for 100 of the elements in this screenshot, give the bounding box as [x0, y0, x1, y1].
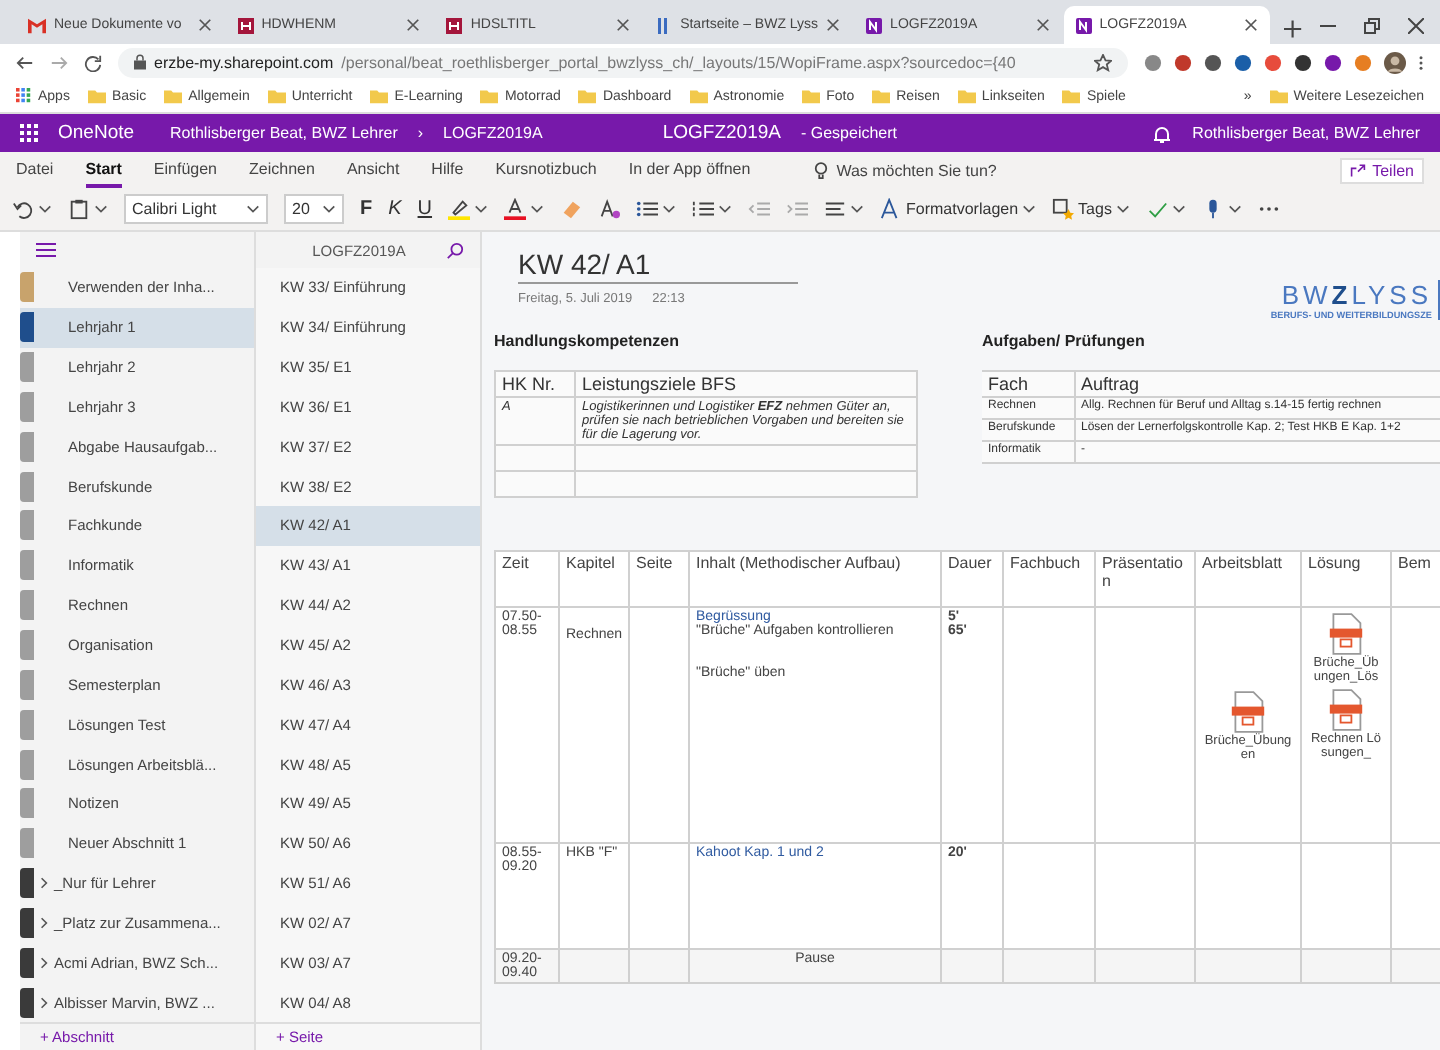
column-header: Dauer — [941, 551, 1003, 607]
pdf-file-icon — [1328, 612, 1364, 656]
font-color-button[interactable] — [504, 198, 545, 220]
chevron-down-icon — [1022, 204, 1037, 214]
h-logo-icon — [237, 17, 254, 33]
breadcrumb-link[interactable]: Rothlisberger Beat, BWZ Lehrer — [170, 124, 398, 142]
chevron-down-icon — [530, 204, 545, 214]
font-size-dropdown[interactable]: 20 — [284, 194, 344, 224]
app-name[interactable]: OneNote — [58, 122, 135, 144]
ribbon-tab[interactable]: Zeichnen — [249, 153, 315, 187]
search-icon[interactable] — [446, 241, 464, 259]
restore-icon[interactable] — [1364, 18, 1381, 34]
align-button[interactable] — [824, 198, 865, 220]
styles-icon — [880, 198, 903, 220]
column-header: Arbeitsblatt — [1195, 551, 1301, 607]
font-dropdown[interactable]: Calibri Light — [124, 194, 268, 224]
menu-icon[interactable] — [36, 242, 56, 258]
back-icon[interactable] — [16, 53, 34, 71]
chevron-down-icon — [1227, 204, 1242, 214]
document-title: LOGFZ2019A — [662, 122, 781, 144]
tags-button[interactable]: Tags — [1052, 198, 1130, 220]
italic-button[interactable]: K — [388, 198, 402, 220]
column-header: Präsentation — [1095, 551, 1195, 607]
folder-icon — [480, 88, 499, 104]
undo-icon — [12, 198, 34, 220]
column-header: Leistungsziele BFS — [575, 371, 917, 397]
ribbon-tab[interactable]: Einfügen — [153, 153, 218, 187]
share-button[interactable]: Teilen — [1340, 157, 1424, 183]
bell-icon[interactable] — [1152, 123, 1173, 143]
folder-icon — [578, 88, 597, 104]
chevron-down-icon — [474, 204, 489, 214]
bold-button[interactable]: F — [360, 198, 373, 220]
numbering-button[interactable] — [692, 198, 733, 220]
breadcrumb-link[interactable]: LOGFZ2019A — [443, 124, 543, 142]
folder-icon — [267, 88, 286, 104]
notebook-icon — [1075, 17, 1092, 33]
close-icon — [1244, 18, 1259, 32]
chevron-right-icon — [40, 876, 48, 891]
close-icon — [197, 18, 212, 32]
app-launcher-icon[interactable] — [20, 124, 38, 142]
user-name[interactable]: Rothlisberger Beat, BWZ Lehrer — [1192, 124, 1420, 142]
section-heading: Aufgaben/ Prüfungen — [982, 332, 1147, 350]
reload-icon[interactable] — [84, 53, 102, 71]
chevron-right-icon — [40, 915, 48, 930]
checkbox-star-icon — [1052, 198, 1075, 220]
close-icon[interactable] — [1408, 18, 1425, 34]
folder-icon — [689, 88, 708, 104]
ribbon-tab[interactable]: In der App öffnen — [628, 153, 751, 187]
menu-icon[interactable] — [1418, 53, 1424, 71]
folder-icon — [957, 88, 976, 104]
chevron-down-icon — [1115, 204, 1130, 214]
column-header: Seite — [629, 551, 689, 607]
chevron-right-icon — [40, 995, 48, 1010]
page-title[interactable]: KW 42/ A1 — [518, 248, 798, 284]
ribbon-tab[interactable]: Ansicht — [346, 153, 400, 187]
close-icon — [406, 18, 421, 32]
close-icon — [826, 18, 841, 32]
folder-icon — [370, 88, 389, 104]
column-header: Fachbuch — [1003, 551, 1095, 607]
chevron-down-icon — [322, 204, 336, 214]
ribbon-tab[interactable]: Kursnotizbuch — [495, 153, 597, 187]
folder-icon — [872, 88, 891, 104]
spelling-button[interactable] — [1145, 198, 1186, 220]
highlight-button[interactable] — [448, 198, 489, 220]
chevron-down-icon — [1171, 204, 1186, 214]
underline-button[interactable]: U — [417, 198, 433, 220]
highlighter-icon — [448, 198, 471, 220]
breadcrumb-separator: › — [417, 124, 424, 142]
column-header: Fach — [982, 371, 1074, 397]
clear-format-button[interactable] — [598, 198, 621, 220]
save-status: - Gespeichert — [800, 124, 898, 142]
ribbon-tab[interactable]: Hilfe — [431, 153, 464, 187]
bullets-button[interactable] — [636, 198, 677, 220]
section-heading: Handlungskompetenzen — [494, 332, 681, 350]
close-icon — [616, 18, 631, 32]
styles-button[interactable]: Formatvorlagen — [880, 198, 1037, 220]
column-header: Bem — [1391, 551, 1440, 607]
logo-wordmark: BWZ LYSS — [1281, 280, 1432, 310]
column-header: Auftrag — [1074, 371, 1440, 397]
apps-grid-icon — [16, 88, 32, 104]
notebook-icon — [866, 17, 883, 33]
mail-icon — [28, 17, 46, 33]
tell-me-search[interactable]: Was möchten Sie tun? — [814, 161, 997, 179]
eraser-icon — [560, 198, 583, 220]
ribbon-tab[interactable]: Datei — [16, 153, 54, 187]
undo-button[interactable] — [12, 198, 52, 220]
column-header: Kapitel — [559, 551, 629, 607]
outdent-icon — [748, 198, 771, 220]
chevron-right-icon — [40, 955, 48, 970]
avatar-icon[interactable] — [1384, 51, 1406, 73]
pdf-file-icon — [1230, 689, 1266, 733]
align-icon — [824, 198, 847, 220]
new-tab-icon[interactable] — [1284, 20, 1303, 38]
star-icon[interactable] — [1094, 53, 1112, 71]
close-icon — [1035, 18, 1050, 32]
column-header: HK Nr. — [495, 371, 575, 397]
address-field[interactable]: erzbe-my.sharepoint.com /personal/beat_roethlisberger_portal_bwzlyss_ch/_layouts/15/WopiFrame.aspx?sourcedoc={40 — [118, 47, 1128, 77]
paste-button[interactable] — [68, 198, 108, 220]
chevron-down-icon — [94, 204, 108, 214]
chevron-down-icon — [850, 204, 865, 214]
